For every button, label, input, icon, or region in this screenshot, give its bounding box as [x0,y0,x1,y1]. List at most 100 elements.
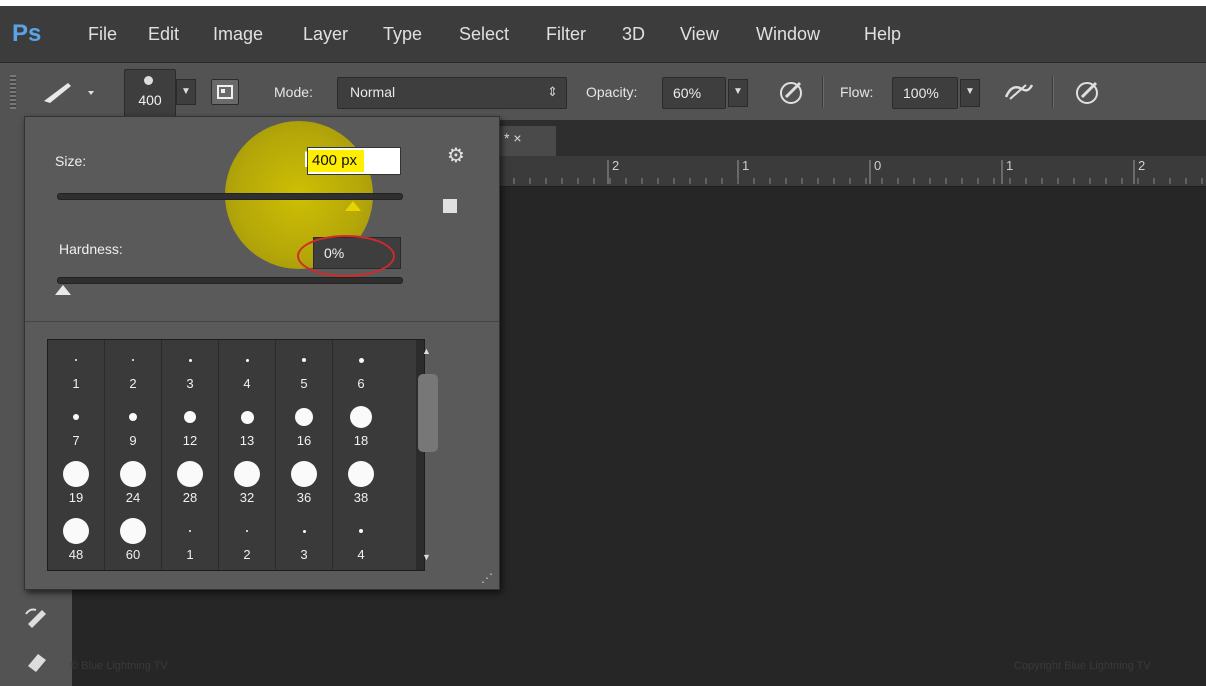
brush-tip-icon [63,461,89,487]
grip-handle[interactable] [10,75,16,109]
ruler-ticks [498,160,1203,184]
brush-preset-item[interactable]: 4 [333,511,389,567]
brush-preset-item[interactable]: 24 [105,454,161,510]
brush-preset-button[interactable]: 400 [124,69,176,117]
brush-preset-item[interactable]: 48 [48,511,104,567]
brush-preset-item[interactable]: 7 [48,397,104,453]
brush-preset-item[interactable]: 12 [162,397,218,453]
brush-tip-icon [291,461,317,487]
brush-icon [44,83,94,103]
brush-preset-dropdown[interactable]: ▼ [176,79,196,105]
menu-help[interactable]: Help [864,24,901,45]
brush-preset-item[interactable]: 3 [162,340,218,396]
brush-preset-size-label: 3 [186,376,194,391]
brush-tip-icon [350,406,372,428]
pressure-size-icon[interactable] [1072,77,1102,107]
mode-select[interactable]: Normal ⇕ [337,77,567,109]
brush-preset-item[interactable]: 5 [276,340,332,396]
brush-preset-size-label: 18 [353,433,369,448]
brush-tip-icon [234,461,260,487]
menu-image[interactable]: Image [213,24,263,45]
scroll-up-icon[interactable]: ▲ [422,346,431,356]
history-brush-icon[interactable] [24,604,50,630]
flow-label: Flow: [840,84,874,100]
size-slider-thumb[interactable] [344,201,361,211]
brush-panel-toggle-icon[interactable] [211,79,239,105]
brush-tip-icon [63,518,89,544]
brush-tip-icon [177,461,203,487]
ruler-label: 0 [874,158,882,173]
brush-preset-size-label: 1 [186,547,194,562]
brush-tip-icon [73,414,79,420]
brush-preset-item[interactable]: 32 [219,454,275,510]
brush-preset-item[interactable]: 28 [162,454,218,510]
brush-preset-item[interactable]: 60 [105,511,161,567]
brush-preset-size-label: 3 [300,547,308,562]
brush-preset-item[interactable]: 9 [105,397,161,453]
mode-value: Normal [350,84,396,100]
preset-scrollbar-thumb[interactable] [418,374,438,452]
brush-preset-item[interactable]: 16 [276,397,332,453]
brush-preset-size-label: 32 [239,490,255,505]
ruler-label: 2 [612,158,620,173]
brush-preset-item[interactable]: 3 [276,511,332,567]
document-tab[interactable]: * × [498,126,556,156]
brush-preset-item[interactable]: 19 [48,454,104,510]
size-input[interactable]: 400 px [307,147,401,175]
gear-icon[interactable]: ⚙ [447,143,465,168]
panel-divider [25,321,499,322]
brush-preset-size-label: 6 [357,376,365,391]
brush-tip-icon [240,410,254,424]
brush-preset-item[interactable]: 2 [105,340,161,396]
menu-window[interactable]: Window [756,24,820,45]
resize-grip-icon[interactable]: ⋰ [481,571,493,585]
menu-filter[interactable]: Filter [546,24,586,45]
brush-preset-item[interactable]: 38 [333,454,389,510]
brush-tip-icon [129,413,137,421]
flow-value: 100% [903,85,939,101]
menu-edit[interactable]: Edit [148,24,179,45]
brush-preset-item[interactable]: 13 [219,397,275,453]
menu-view[interactable]: View [680,24,719,45]
brush-preset-size-label: 28 [182,490,198,505]
brush-preset-size-label: 12 [182,433,198,448]
brush-preset-size-label: 24 [125,490,141,505]
brush-tip-icon [188,358,192,362]
brush-tip-icon [295,408,313,426]
document-tab-bar: * × [498,120,1206,156]
menu-layer[interactable]: Layer [303,24,348,45]
new-preset-icon[interactable] [443,199,457,213]
opacity-dropdown[interactable]: ▼ [728,79,748,107]
menu-file[interactable]: File [88,24,117,45]
menu-3d[interactable]: 3D [622,24,645,45]
flow-input[interactable]: 100% [892,77,958,109]
brush-tip-icon [246,530,248,532]
eraser-icon[interactable] [24,648,50,674]
flow-dropdown[interactable]: ▼ [960,79,980,107]
opacity-input[interactable]: 60% [662,77,726,109]
hardness-slider-thumb[interactable] [55,285,71,295]
airbrush-icon[interactable] [1002,77,1034,107]
brush-tip-icon [75,359,77,361]
scroll-down-icon[interactable]: ▼ [422,552,431,562]
tab-close-icon[interactable]: * × [504,130,522,146]
brush-preset-item[interactable]: 18 [333,397,389,453]
brush-preset-size-label: 2 [129,376,137,391]
brush-tip-icon [144,76,153,85]
brush-preset-item[interactable]: 2 [219,511,275,567]
size-slider-track[interactable] [57,193,403,200]
brush-preset-item[interactable]: 36 [276,454,332,510]
hardness-slider-track[interactable] [57,277,403,284]
pressure-opacity-icon[interactable] [776,77,806,107]
brush-preset-item[interactable]: 1 [48,340,104,396]
menu-type[interactable]: Type [383,24,422,45]
menu-select[interactable]: Select [459,24,509,45]
brush-preset-item[interactable]: 6 [333,340,389,396]
brush-preset-size-label: 9 [129,433,137,448]
brush-tool-preset-picker[interactable] [38,77,98,107]
watermark-left: © Blue Lightning TV [70,660,168,672]
photoshop-window: Ps File Edit Image Layer Type Select Fil… [0,6,1206,686]
brush-preset-size-label: 4 [357,547,365,562]
brush-preset-item[interactable]: 4 [219,340,275,396]
brush-preset-item[interactable]: 1 [162,511,218,567]
